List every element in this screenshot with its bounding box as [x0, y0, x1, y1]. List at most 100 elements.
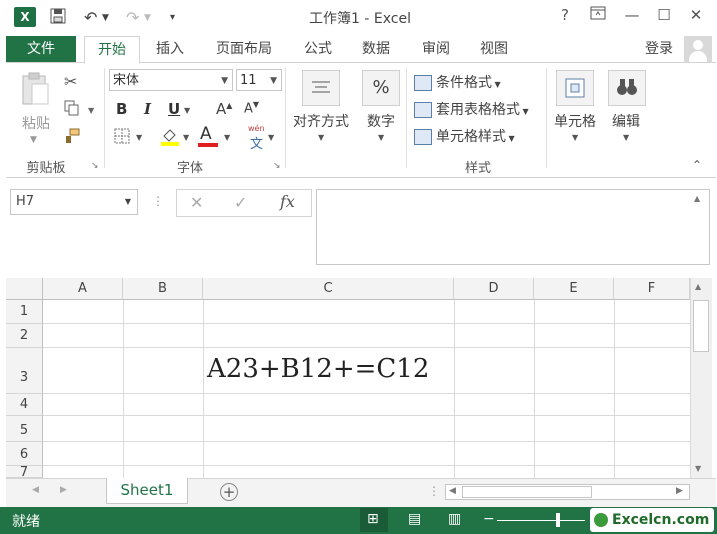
- scroll-up-icon[interactable]: ▲: [695, 282, 701, 291]
- clipboard-launcher-icon[interactable]: ↘: [91, 161, 99, 171]
- tab-page-layout[interactable]: 页面布局: [206, 36, 282, 62]
- editing-button[interactable]: 编辑: [606, 111, 646, 131]
- confirm-entry-icon[interactable]: ✓: [234, 193, 247, 212]
- sheet-scroll-right-icon[interactable]: ▶: [60, 485, 67, 495]
- alignment-button[interactable]: 对齐方式: [288, 111, 354, 131]
- cells-button[interactable]: 单元格: [550, 111, 600, 131]
- horizontal-scroll-thumb[interactable]: [462, 486, 592, 498]
- column-header-b[interactable]: B: [123, 278, 203, 300]
- paste-dropdown-icon[interactable]: ▼: [30, 135, 37, 145]
- copy-dropdown-icon[interactable]: ▼: [88, 106, 94, 115]
- redo-icon[interactable]: ↷: [126, 8, 139, 27]
- zoom-out-icon[interactable]: −: [483, 511, 495, 527]
- bold-button[interactable]: B: [116, 100, 127, 118]
- row-header-6[interactable]: 6: [6, 442, 43, 466]
- paste-button[interactable]: 粘贴: [18, 113, 54, 133]
- undo-icon[interactable]: ↶: [84, 8, 97, 27]
- zoom-slider-thumb[interactable]: [556, 513, 560, 527]
- tab-formulas[interactable]: 公式: [294, 36, 342, 62]
- column-header-e[interactable]: E: [534, 278, 614, 300]
- ribbon-display-options-icon[interactable]: [586, 6, 610, 24]
- tab-review[interactable]: 审阅: [412, 36, 460, 62]
- maximize-icon[interactable]: ☐: [652, 6, 676, 24]
- borders-dropdown-icon[interactable]: ▼: [136, 133, 142, 142]
- number-format-button[interactable]: 数字: [362, 111, 400, 131]
- name-box[interactable]: H7 ▼: [10, 189, 138, 215]
- insert-function-icon[interactable]: fx: [280, 192, 295, 211]
- customize-quick-access-icon[interactable]: ▾: [170, 12, 175, 23]
- conditional-formatting-button[interactable]: 条件格式 ▼: [414, 72, 501, 92]
- alignment-dropdown-icon[interactable]: ▼: [318, 133, 324, 142]
- cells-dropdown-icon[interactable]: ▼: [572, 133, 578, 142]
- row-header-1[interactable]: 1: [6, 300, 43, 324]
- fill-color-dropdown-icon[interactable]: ▼: [183, 133, 189, 142]
- redo-dropdown-icon[interactable]: ▼: [144, 13, 151, 23]
- row-header-2[interactable]: 2: [6, 324, 43, 348]
- help-button[interactable]: ?: [553, 6, 577, 24]
- font-launcher-icon[interactable]: ↘: [273, 161, 281, 171]
- tab-insert[interactable]: 插入: [146, 36, 194, 62]
- number-dropdown-icon[interactable]: ▼: [378, 133, 384, 142]
- font-name-dropdown-icon[interactable]: ▼: [221, 70, 228, 92]
- percent-icon[interactable]: %: [362, 70, 400, 106]
- tab-file[interactable]: 文件: [6, 36, 76, 62]
- scroll-down-icon[interactable]: ▼: [695, 464, 701, 473]
- login-link[interactable]: 登录: [645, 36, 673, 62]
- font-color-icon[interactable]: A: [200, 124, 212, 144]
- cell-styles-button[interactable]: 单元格样式 ▼: [414, 126, 515, 146]
- formula-input[interactable]: [316, 189, 710, 265]
- page-break-view-icon[interactable]: ▥: [448, 511, 461, 527]
- format-painter-icon[interactable]: [64, 128, 80, 148]
- column-header-a[interactable]: A: [43, 278, 123, 300]
- close-icon[interactable]: ✕: [684, 6, 708, 24]
- font-name-combo[interactable]: 宋体 ▼: [109, 69, 233, 91]
- avatar[interactable]: [684, 36, 712, 62]
- editing-dropdown-icon[interactable]: ▼: [623, 133, 629, 142]
- row-header-7[interactable]: 7: [6, 466, 43, 478]
- row-header-5[interactable]: 5: [6, 416, 43, 442]
- add-sheet-button[interactable]: +: [220, 483, 238, 501]
- tab-view[interactable]: 视图: [470, 36, 518, 62]
- name-box-dropdown-icon[interactable]: ▼: [125, 190, 131, 214]
- column-header-d[interactable]: D: [454, 278, 534, 300]
- font-color-dropdown-icon[interactable]: ▼: [224, 133, 230, 142]
- italic-button[interactable]: I: [144, 100, 151, 118]
- column-header-c[interactable]: C: [203, 278, 454, 300]
- formula-bar-collapse-icon[interactable]: ▲: [694, 194, 700, 203]
- phonetic-guide-icon[interactable]: 文: [250, 133, 263, 152]
- binoculars-icon[interactable]: [608, 70, 646, 106]
- minimize-icon[interactable]: —: [620, 6, 644, 24]
- hscroll-right-icon[interactable]: ▶: [676, 486, 683, 496]
- undo-dropdown-icon[interactable]: ▼: [102, 13, 109, 23]
- font-size-combo[interactable]: 11 ▼: [236, 69, 282, 91]
- font-size-dropdown-icon[interactable]: ▼: [270, 70, 277, 92]
- increase-font-button[interactable]: A▲: [216, 100, 232, 118]
- hscroll-left-icon[interactable]: ◀: [449, 486, 456, 496]
- save-icon[interactable]: [50, 8, 66, 28]
- tab-home[interactable]: 开始: [84, 36, 140, 64]
- alignment-icon[interactable]: [302, 70, 340, 106]
- cancel-entry-icon[interactable]: ✕: [190, 193, 203, 212]
- row-header-3[interactable]: 3: [6, 348, 43, 394]
- tab-data[interactable]: 数据: [352, 36, 400, 62]
- collapse-ribbon-icon[interactable]: ⌃: [692, 158, 702, 172]
- phonetic-guide-dropdown-icon[interactable]: ▼: [268, 133, 274, 142]
- column-header-f[interactable]: F: [614, 278, 690, 300]
- page-layout-view-icon[interactable]: ▤: [408, 511, 421, 527]
- borders-icon[interactable]: [114, 128, 130, 148]
- copy-icon[interactable]: [64, 100, 80, 120]
- tab-splitter-icon[interactable]: ⋮: [428, 484, 440, 498]
- fill-color-icon[interactable]: [160, 126, 180, 150]
- zoom-slider-track[interactable]: [497, 520, 585, 521]
- normal-view-icon[interactable]: ⊞: [367, 511, 379, 527]
- underline-dropdown-icon[interactable]: ▼: [184, 106, 190, 115]
- row-header-4[interactable]: 4: [6, 394, 43, 416]
- vertical-scroll-thumb[interactable]: [693, 300, 709, 352]
- cut-icon[interactable]: ✂: [64, 72, 77, 91]
- cell-c3-text[interactable]: A23+B12+=C12: [207, 354, 429, 384]
- cells-icon[interactable]: [556, 70, 594, 106]
- paste-icon[interactable]: [20, 72, 50, 110]
- decrease-font-button[interactable]: A▼: [244, 100, 259, 116]
- select-all-corner[interactable]: [6, 278, 43, 300]
- underline-button[interactable]: U: [168, 100, 180, 118]
